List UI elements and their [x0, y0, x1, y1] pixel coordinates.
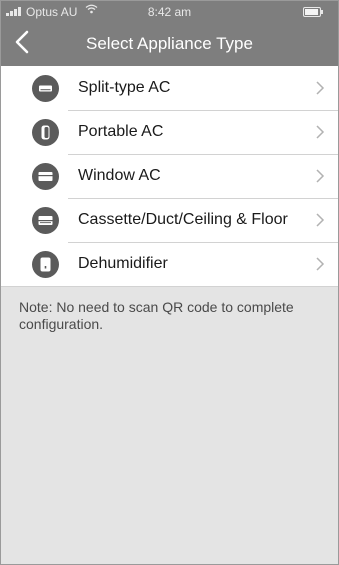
chevron-right-icon	[316, 169, 325, 183]
battery-icon	[303, 7, 323, 17]
window-ac-icon	[32, 162, 59, 190]
appliance-label: Cassette/Duct/Ceiling & Floor	[78, 211, 288, 228]
chevron-right-icon	[316, 81, 325, 95]
chevron-right-icon	[316, 213, 325, 227]
header: Optus AU 8:42 am Select Appliance Type	[1, 1, 338, 66]
phone-screen: Optus AU 8:42 am Select Appliance Type S…	[0, 0, 339, 565]
appliance-list: Split-type AC Portable AC Window AC Cass…	[1, 66, 338, 287]
appliance-label: Window AC	[78, 167, 161, 184]
appliance-item-window-ac[interactable]: Window AC	[1, 154, 338, 198]
dehumidifier-icon	[32, 250, 59, 278]
portable-ac-icon	[32, 118, 59, 146]
page-title: Select Appliance Type	[86, 34, 253, 53]
nav-bar: Select Appliance Type	[1, 23, 338, 66]
chevron-right-icon	[316, 257, 325, 271]
appliance-label: Portable AC	[78, 123, 164, 140]
status-bar: Optus AU 8:42 am	[1, 1, 338, 23]
split-ac-icon	[32, 74, 59, 102]
appliance-item-portable-ac[interactable]: Portable AC	[1, 110, 338, 154]
chevron-right-icon	[316, 125, 325, 139]
appliance-label: Split-type AC	[78, 79, 171, 96]
appliance-item-split-type-ac[interactable]: Split-type AC	[1, 66, 338, 110]
appliance-label: Dehumidifier	[78, 255, 168, 272]
appliance-item-dehumidifier[interactable]: Dehumidifier	[1, 242, 338, 286]
appliance-item-cassette-duct-ceiling-floor[interactable]: Cassette/Duct/Ceiling & Floor	[1, 198, 338, 242]
status-time: 8:42 am	[147, 5, 192, 19]
cassette-ac-icon	[32, 206, 59, 234]
configuration-note: Note: No need to scan QR code to complet…	[19, 299, 294, 332]
